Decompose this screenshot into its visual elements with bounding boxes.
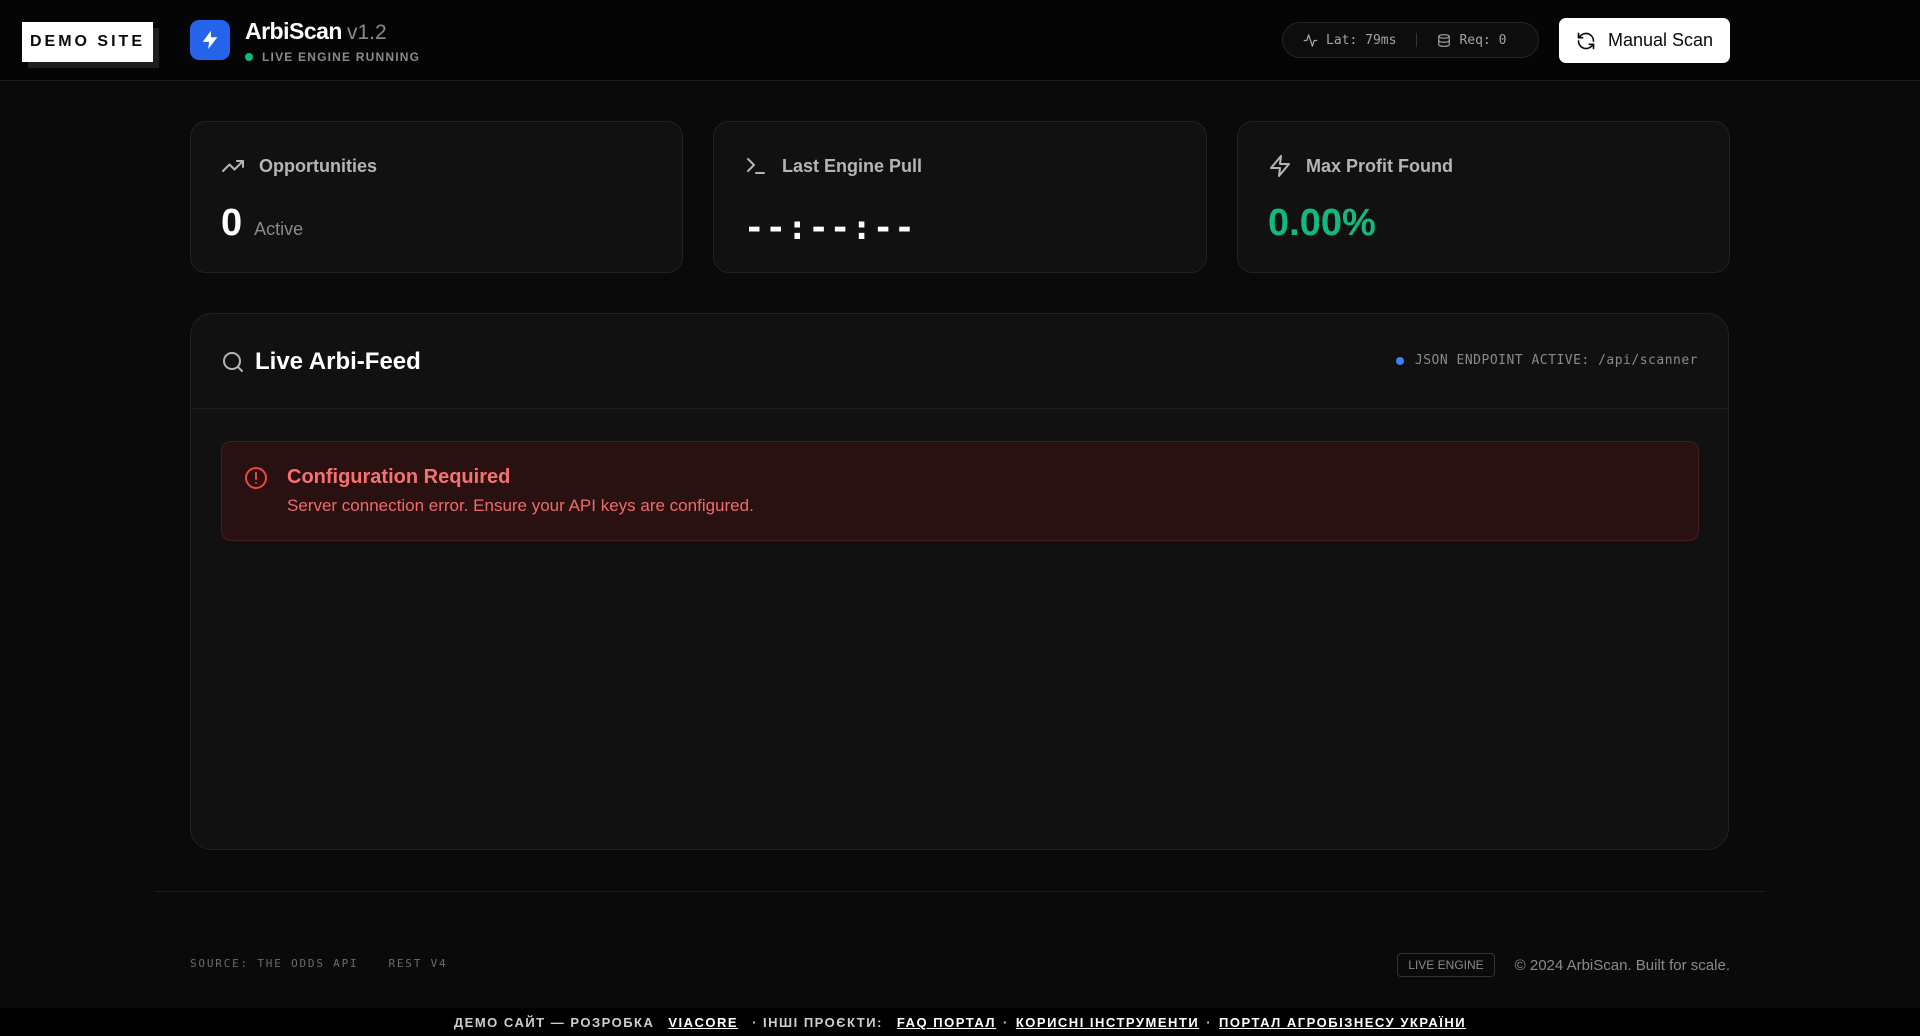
- last-pull-value-row: --:--:--: [744, 208, 916, 248]
- max-profit-label: Max Profit Found: [1306, 155, 1453, 176]
- last-pull-time: --:--:--: [744, 208, 916, 248]
- footer-right: LIVE ENGINE © 2024 ArbiScan. Built for s…: [1397, 953, 1730, 977]
- demo-bottom-bar: ДЕМО САЙТ — РОЗРОБКА VIACORE · ІНШІ ПРОЄ…: [0, 1008, 1920, 1036]
- last-pull-label: Last Engine Pull: [782, 155, 923, 176]
- max-profit-header: Max Profit Found: [1268, 154, 1453, 178]
- terminal-icon: [747, 158, 765, 174]
- alert-title: Configuration Required: [287, 466, 511, 488]
- brand-version: v1.2: [346, 21, 387, 44]
- latency-value: Lat: 79ms: [1326, 32, 1397, 48]
- live-engine-tag: LIVE ENGINE: [1397, 953, 1495, 977]
- stats-pill: Lat: 79ms Req: 0: [1282, 22, 1539, 58]
- feed-title: Live Arbi-Feed: [221, 348, 421, 376]
- refresh-icon: [1577, 32, 1595, 49]
- engine-status-text: LIVE ENGINE RUNNING: [262, 50, 421, 64]
- zap-icon: [1270, 155, 1290, 177]
- logo[interactable]: [190, 20, 230, 60]
- demo-site-badge: DEMO SITE: [22, 22, 153, 62]
- rest-version-text: REST V4: [388, 957, 448, 970]
- requests-stat: Req: 0: [1437, 33, 1506, 48]
- alert-circle-icon: [245, 467, 267, 489]
- brand-title: ArbiScan: [245, 18, 342, 44]
- max-profit-card: Max Profit Found 0.00%: [1237, 121, 1730, 273]
- bottom-middle: · ІНШІ ПРОЄКТИ:: [752, 1014, 883, 1030]
- engine-status: LIVE ENGINE RUNNING: [245, 50, 420, 64]
- feed-header: Live Arbi-Feed JSON ENDPOINT ACTIVE: /ap…: [191, 314, 1728, 409]
- database-icon: [1438, 33, 1451, 47]
- opportunities-card: Opportunities 0 Active: [190, 121, 683, 273]
- manual-scan-label: Manual Scan: [1607, 30, 1714, 50]
- opportunities-value-row: 0 Active: [221, 202, 303, 245]
- alert-message: Server connection error. Ensure your API…: [287, 496, 754, 515]
- bottom-sep-2: ·: [1206, 1014, 1213, 1030]
- bottom-prefix: ДЕМО САЙТ — РОЗРОБКА: [453, 1014, 655, 1030]
- feed-title-text: Live Arbi-Feed: [255, 348, 421, 375]
- faq-portal-link[interactable]: FAQ ПОРТАЛ: [897, 1015, 996, 1030]
- latency-stat: Lat: 79ms: [1303, 33, 1396, 48]
- endpoint-status: JSON ENDPOINT ACTIVE: /api/scanner: [1395, 353, 1698, 368]
- max-profit-value-row: 0.00%: [1268, 202, 1376, 245]
- last-pull-card: Last Engine Pull --:--:--: [713, 121, 1207, 273]
- opportunities-count: 0: [221, 202, 243, 244]
- copyright: © 2024 ArbiScan. Built for scale.: [1514, 956, 1730, 974]
- max-profit-value: 0.00%: [1268, 202, 1376, 244]
- bottom-sep-1: ·: [1003, 1014, 1009, 1030]
- search-icon: [223, 352, 243, 372]
- status-dot-icon: [245, 53, 253, 61]
- bolt-icon: [202, 30, 218, 50]
- activity-icon: [1303, 33, 1318, 47]
- footer-source: SOURCE: THE ODDS API REST V4: [190, 957, 447, 970]
- viacore-link[interactable]: VIACORE: [668, 1015, 738, 1030]
- source-text: SOURCE: THE ODDS API: [190, 957, 359, 970]
- opportunities-header: Opportunities: [221, 154, 377, 178]
- requests-value: Req: 0: [1459, 32, 1507, 48]
- endpoint-dot-icon: [1395, 356, 1404, 365]
- last-pull-header: Last Engine Pull: [744, 154, 922, 178]
- opportunities-sub: Active: [254, 219, 304, 239]
- live-feed-panel: Live Arbi-Feed JSON ENDPOINT ACTIVE: /ap…: [190, 313, 1729, 850]
- opportunities-label: Opportunities: [259, 155, 377, 176]
- useful-tools-link[interactable]: КОРИСНІ ІНСТРУМЕНТИ: [1016, 1015, 1199, 1030]
- agro-portal-link[interactable]: ПОРТАЛ АГРОБІЗНЕСУ УКРАЇНИ: [1219, 1015, 1466, 1030]
- trending-up-icon: [222, 160, 244, 172]
- manual-scan-button[interactable]: Manual Scan: [1559, 18, 1730, 63]
- endpoint-text: JSON ENDPOINT ACTIVE: /api/scanner: [1414, 353, 1698, 368]
- top-header: DEMO SITE ArbiScan v1.2 LIVE ENGINE RUNNI…: [0, 0, 1920, 81]
- footer-divider: [155, 891, 1765, 892]
- brand: ArbiScan v1.2 LIVE ENGINE RUNNING: [245, 18, 420, 64]
- config-error-alert: Configuration Required Server connection…: [221, 441, 1699, 541]
- stats-divider: [1416, 33, 1418, 47]
